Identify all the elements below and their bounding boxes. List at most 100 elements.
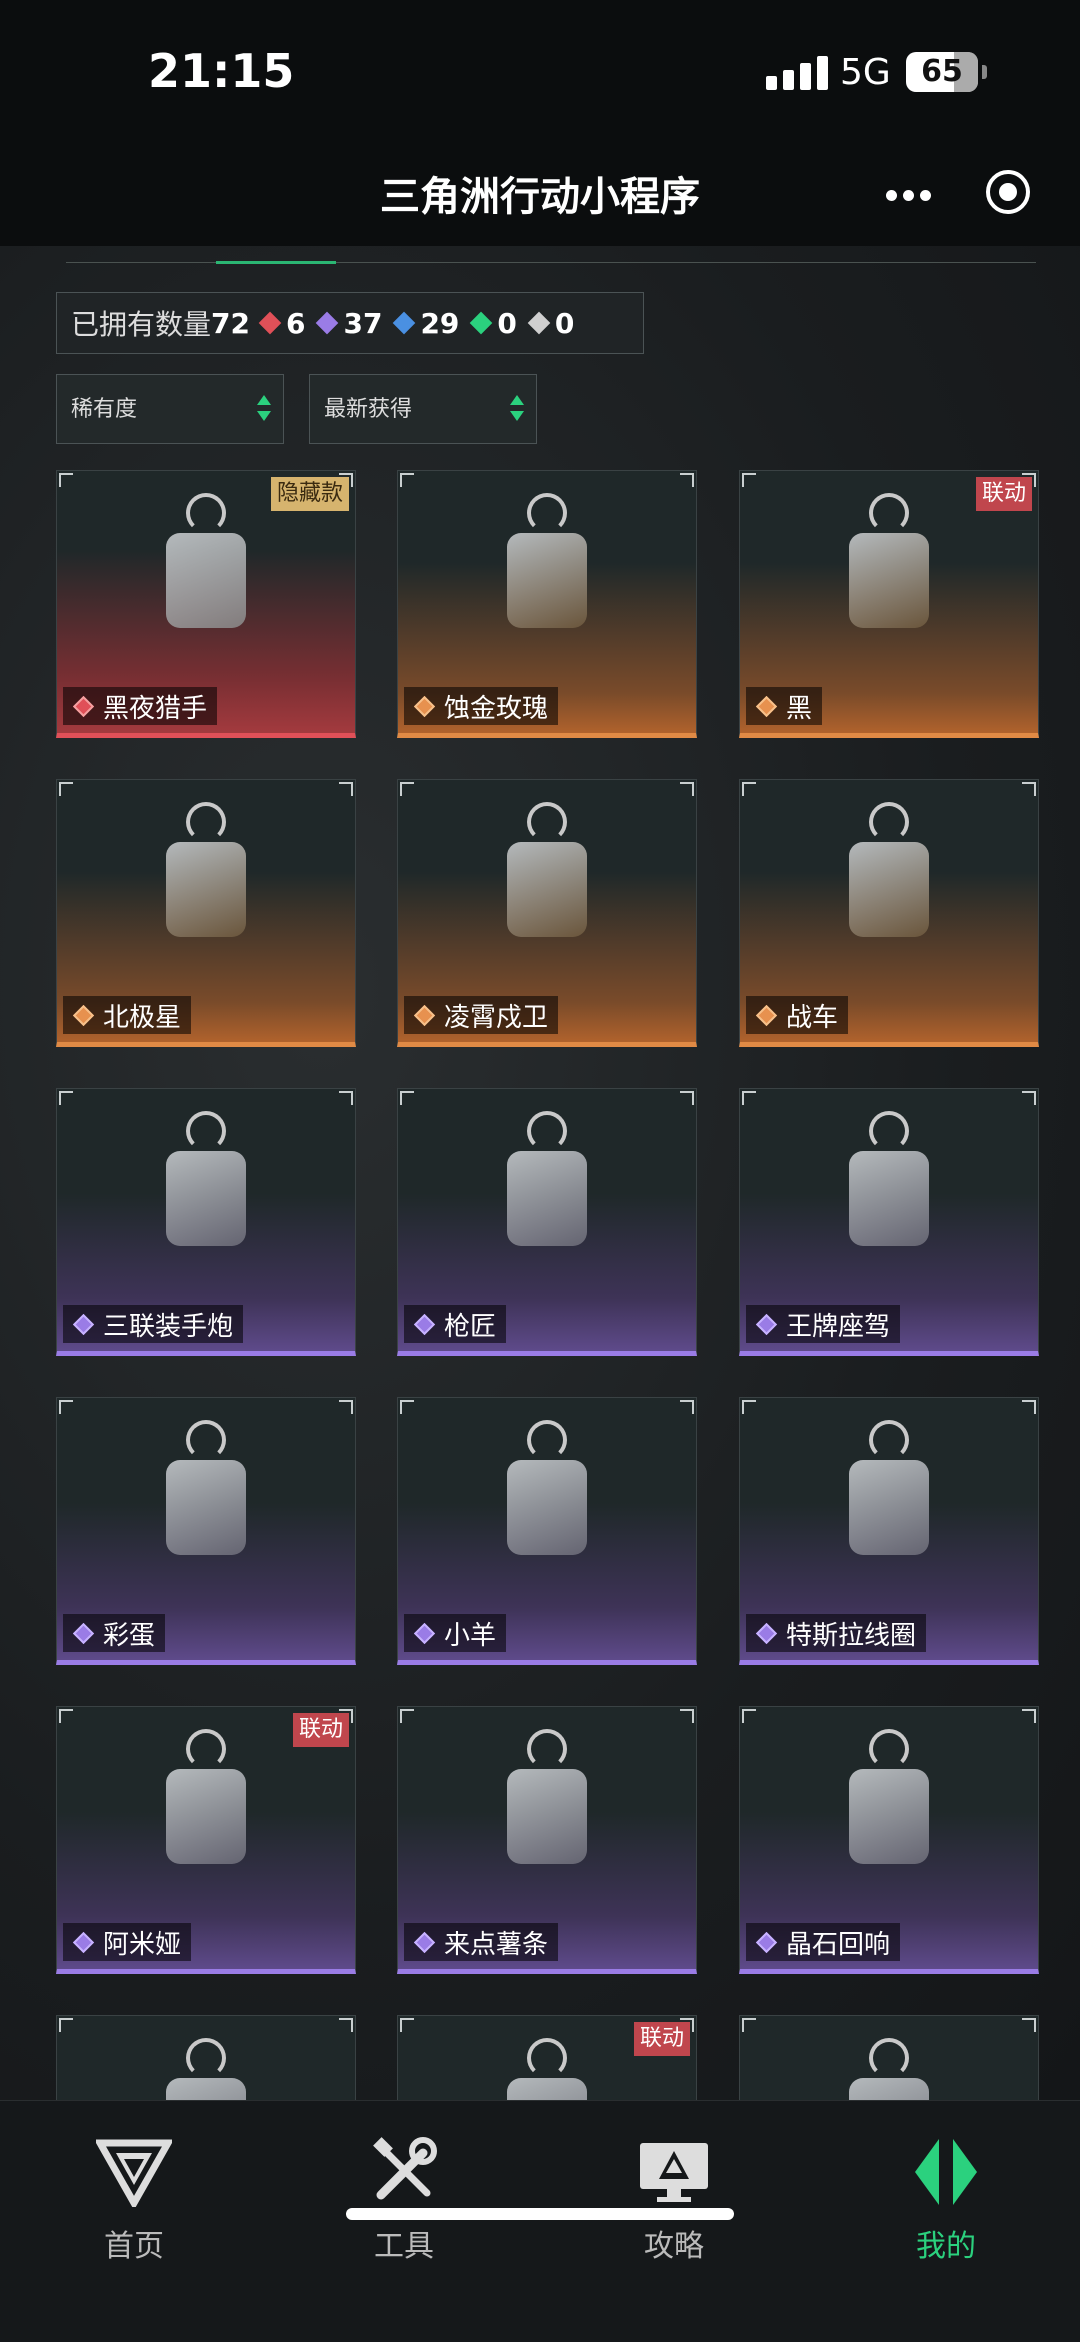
item-name-tag: 黑夜猎手 <box>63 687 218 725</box>
collection-item-card[interactable]: 枪匠 <box>397 1088 697 1356</box>
nav-guides-label: 攻略 <box>644 2229 704 2264</box>
item-name: 枪匠 <box>444 1311 497 1342</box>
corner-bracket <box>59 1091 73 1105</box>
title-bar: 三角洲行动小程序 <box>0 140 1080 246</box>
item-name: 来点薯条 <box>444 1929 549 1960</box>
nav-profile[interactable]: 我的 <box>846 2137 1046 2265</box>
rarity-diamond-icon <box>413 1931 436 1953</box>
keychain-image <box>814 1111 964 1281</box>
collection-item-card[interactable] <box>739 2015 1039 2100</box>
keychain-image <box>131 1729 281 1899</box>
collection-content[interactable]: 已拥有数量 72 6 37 29 0 0 稀有度 最新获得 隐藏款 黑夜猎手 蚀金玫… <box>0 246 1080 2100</box>
item-name-tag: 阿米娅 <box>63 1923 192 1961</box>
corner-bracket <box>1022 1400 1036 1414</box>
item-name: 阿米娅 <box>103 1929 182 1960</box>
corner-bracket <box>680 782 694 796</box>
corner-bracket <box>742 782 756 796</box>
recent-sort-label: 最新获得 <box>324 397 413 422</box>
collection-item-card[interactable]: 联动黑 <box>739 470 1039 738</box>
corner-bracket <box>1022 2018 1036 2032</box>
collection-item-card[interactable]: 凌霄戍卫 <box>397 779 697 1047</box>
tab-underline <box>66 261 1036 264</box>
collection-item-card[interactable]: 彩蛋 <box>56 1397 356 1665</box>
corner-bracket <box>400 473 414 487</box>
hidden-variant-badge: 隐藏款 <box>270 477 349 511</box>
rarity-sort-label: 稀有度 <box>71 397 138 422</box>
corner-bracket <box>339 2018 353 2032</box>
corner-bracket <box>400 1400 414 1414</box>
corner-bracket <box>59 473 73 487</box>
collection-item-card[interactable]: 三联装手炮 <box>56 1088 356 1356</box>
rarity-diamond-icon <box>413 1313 436 1335</box>
collab-badge: 联动 <box>633 2022 690 2056</box>
corner-bracket <box>742 1709 756 1723</box>
close-miniprogram-icon[interactable] <box>986 170 1030 214</box>
rarity-diamond-icon <box>413 1622 436 1644</box>
collection-item-card[interactable]: 晶石回响 <box>739 1706 1039 1974</box>
corner-bracket <box>742 473 756 487</box>
item-name: 北极星 <box>103 1002 182 1033</box>
delta-logo-icon <box>96 2139 172 2207</box>
corner-bracket <box>1022 1709 1036 1723</box>
rarity-diamond-icon <box>72 1931 95 1953</box>
corner-bracket <box>339 1400 353 1414</box>
collection-item-card[interactable]: 北极星 <box>56 779 356 1047</box>
corner-bracket <box>400 1709 414 1723</box>
battery-level: 65 <box>921 54 963 89</box>
collection-item-card[interactable]: 特斯拉线圈 <box>739 1397 1039 1665</box>
purple-diamond-icon <box>316 311 339 335</box>
corner-bracket <box>680 1709 694 1723</box>
collection-item-card[interactable]: 王牌座驾 <box>739 1088 1039 1356</box>
collection-item-card[interactable]: 战车 <box>739 779 1039 1047</box>
corner-bracket <box>59 782 73 796</box>
item-name-tag: 彩蛋 <box>63 1614 166 1652</box>
more-icon[interactable] <box>886 186 937 205</box>
collection-item-card[interactable] <box>56 2015 356 2100</box>
collection-item-card[interactable]: 联动 <box>397 2015 697 2100</box>
bottom-nav: 首页 工具 攻略 我的 <box>0 2100 1080 2342</box>
item-name-tag: 战车 <box>746 996 849 1034</box>
collab-badge: 联动 <box>292 1713 349 1747</box>
item-name-tag: 枪匠 <box>404 1305 507 1343</box>
collection-item-card[interactable]: 蚀金玫瑰 <box>397 470 697 738</box>
item-name-tag: 三联装手炮 <box>63 1305 244 1343</box>
nav-home[interactable]: 首页 <box>34 2137 234 2265</box>
rarity-diamond-icon <box>72 1004 95 1026</box>
item-name-tag: 凌霄戍卫 <box>404 996 559 1034</box>
collection-item-card[interactable]: 隐藏款黑夜猎手 <box>56 470 356 738</box>
corner-bracket <box>742 1091 756 1105</box>
nav-tools-label: 工具 <box>374 2229 434 2264</box>
keychain-image <box>814 802 964 972</box>
network-type: 5G <box>840 52 891 93</box>
rarity-sort-select[interactable]: 稀有度 <box>56 374 284 444</box>
keychain-image <box>131 1111 281 1281</box>
corner-bracket <box>1022 782 1036 796</box>
rarity-diamond-icon <box>72 695 95 717</box>
corner-bracket <box>680 473 694 487</box>
corner-bracket <box>400 2018 414 2032</box>
status-bar: 21:15 5G 65 <box>0 0 1080 140</box>
keychain-image <box>814 1729 964 1899</box>
corner-bracket <box>59 1400 73 1414</box>
collection-item-card[interactable]: 小羊 <box>397 1397 697 1665</box>
nav-tools[interactable]: 工具 <box>304 2137 504 2265</box>
rarity-count-blue: 29 <box>393 307 459 340</box>
corner-bracket <box>680 1091 694 1105</box>
keychain-image <box>472 802 622 972</box>
nav-home-label: 首页 <box>104 2229 164 2264</box>
item-name-tag: 黑 <box>746 687 823 725</box>
collection-item-card[interactable]: 联动阿米娅 <box>56 1706 356 1974</box>
corner-bracket <box>59 1709 73 1723</box>
collection-item-card[interactable]: 来点薯条 <box>397 1706 697 1974</box>
item-name-tag: 北极星 <box>63 996 192 1034</box>
corner-bracket <box>1022 1091 1036 1105</box>
recent-sort-select[interactable]: 最新获得 <box>309 374 537 444</box>
item-name-tag: 来点薯条 <box>404 1923 559 1961</box>
rarity-diamond-icon <box>755 695 778 717</box>
owned-label: 已拥有数量 <box>71 308 212 341</box>
miniprogram-capsule <box>842 158 1056 226</box>
keychain-image <box>472 493 622 663</box>
rarity-diamond-icon <box>413 1004 436 1026</box>
corner-bracket <box>680 1400 694 1414</box>
nav-guides[interactable]: 攻略 <box>574 2137 774 2265</box>
